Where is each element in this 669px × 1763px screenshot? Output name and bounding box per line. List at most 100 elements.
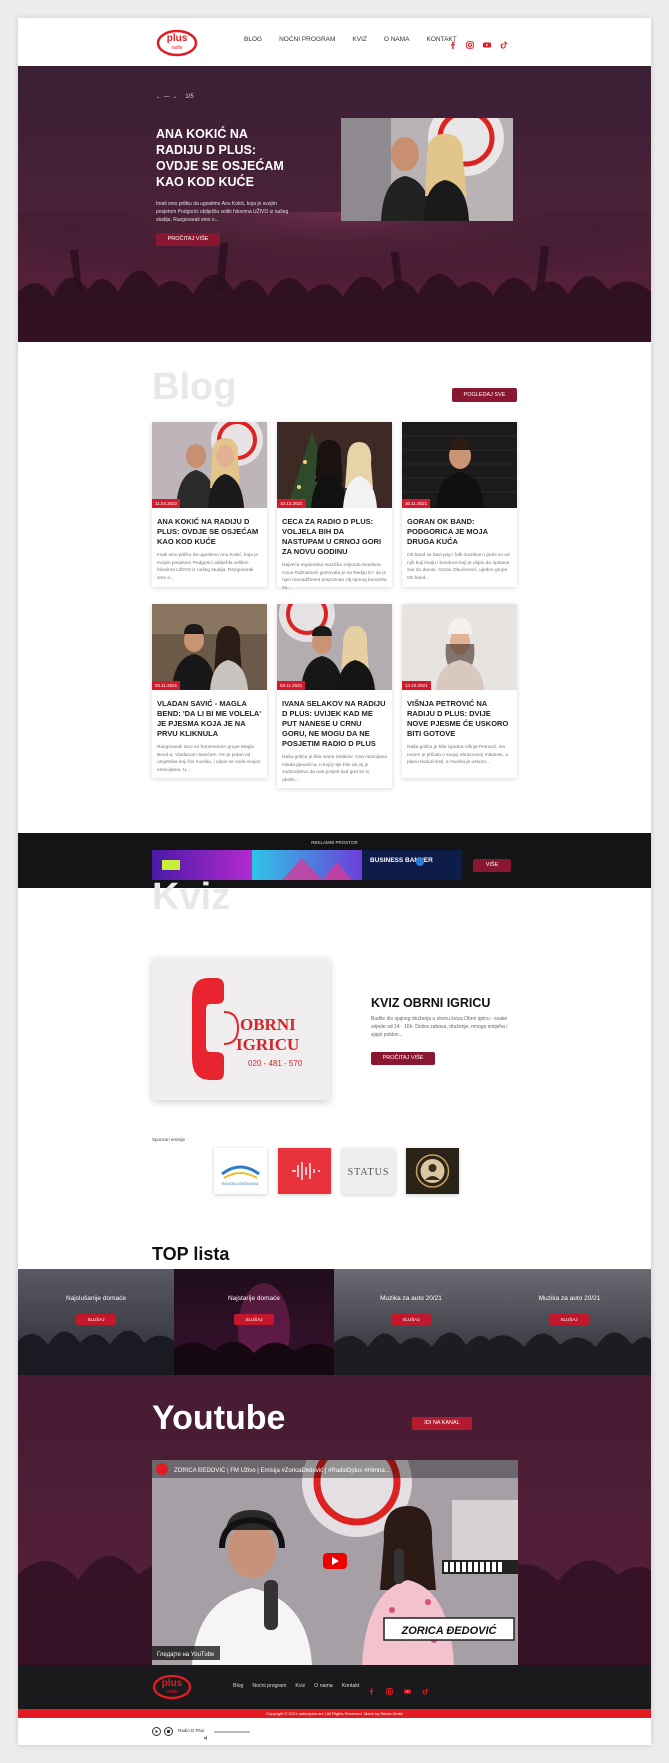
- facebook-icon[interactable]: [368, 1682, 375, 1695]
- listen-button[interactable]: SLUŠAJ: [76, 1314, 116, 1325]
- footer-nav-blog[interactable]: Blog: [233, 1683, 243, 1689]
- blog-section-title: Blog: [152, 366, 237, 408]
- slider-controls: ← — → 1/5: [156, 94, 194, 100]
- sponsor-logo[interactable]: STATUS: [342, 1148, 395, 1194]
- blog-card-image: 30.11.2021: [402, 422, 517, 508]
- volume-icon[interactable]: [204, 1728, 210, 1741]
- toplista-tile[interactable]: Muzika za auto 20/21 SLUŠAJ: [488, 1269, 651, 1375]
- youtube-channel-button[interactable]: IDI NA KANAL: [412, 1417, 472, 1430]
- svg-text:plus: plus: [167, 33, 188, 44]
- facebook-icon[interactable]: [449, 36, 457, 49]
- social-links: [449, 36, 508, 49]
- see-all-button[interactable]: POGLEDAJ SVE: [452, 388, 517, 402]
- plus-radio-logo[interactable]: plus radio: [156, 27, 198, 57]
- crowd-background: [18, 212, 651, 342]
- stop-icon[interactable]: [164, 1727, 173, 1736]
- nav-kviz[interactable]: KVIZ: [352, 36, 366, 43]
- nav-nocni-program[interactable]: NOĆNI PROGRAM: [279, 36, 335, 43]
- svg-text:plus: plus: [162, 1678, 183, 1689]
- kviz-section-title: Kviz: [152, 876, 231, 918]
- post-title[interactable]: VLADAN SAVIĆ - MAGLA BEND: 'DA LI BI ME …: [152, 690, 267, 744]
- prev-arrow-icon[interactable]: ← — →: [156, 94, 177, 100]
- youtube-icon[interactable]: [404, 1682, 411, 1694]
- post-title[interactable]: VIŠNJA PETROVIĆ NA RADIJU D PLUS: DVIJE …: [402, 690, 517, 744]
- blog-card[interactable]: 30.11.2021 GORAN OK BAND: PODGORICA JE M…: [402, 422, 517, 587]
- post-excerpt: Najveća regionalna muzička zvijezda Svet…: [282, 563, 387, 591]
- post-title[interactable]: CECA ZA RADIO D PLUS: VOLJELA BIH DA NAS…: [277, 508, 392, 562]
- blog-card-image: 10.12.2021: [277, 422, 392, 508]
- instagram-icon[interactable]: [466, 36, 474, 49]
- ads-more-button[interactable]: VIŠE: [473, 859, 511, 872]
- listen-button[interactable]: SLUŠAJ: [549, 1314, 589, 1325]
- post-excerpt: Naša gošća je bila Ivana Selakov. Ova na…: [282, 755, 387, 783]
- hero-photo[interactable]: [341, 118, 513, 221]
- blog-card[interactable]: 14.10.2021 VIŠNJA PETROVIĆ NA RADIJU D P…: [402, 604, 517, 778]
- radio-player: Radio D Plus: [18, 1718, 651, 1745]
- nav-blog[interactable]: BLOG: [244, 36, 262, 43]
- play-icon[interactable]: [152, 1727, 161, 1736]
- post-title[interactable]: IVANA SELAKOV NA RADIJU D PLUS: UVIJEK K…: [277, 690, 392, 754]
- footer-social: [368, 1682, 429, 1695]
- listen-button[interactable]: SLUŠAJ: [234, 1314, 274, 1325]
- sponsor-logo[interactable]: RADIONA ODRŽAVANJA: [214, 1148, 267, 1194]
- post-excerpt: Imali smo priliku da ugostimo Anu Kokić,…: [157, 553, 259, 581]
- instagram-icon[interactable]: [386, 1682, 393, 1695]
- tiktok-icon[interactable]: [500, 36, 508, 49]
- youtube-section: Youtube IDI NA KANAL ZORICA ĐEDOVIĆ | FM…: [18, 1375, 651, 1665]
- hero-text: Imali smo priliku da ugostimo Anu Kokić,…: [156, 201, 289, 223]
- tiktok-icon[interactable]: [422, 1682, 429, 1695]
- blog-card-image: 03.11.2021: [152, 604, 267, 690]
- post-date: 10.12.2021: [277, 499, 306, 508]
- blog-card[interactable]: 10.12.2021 CECA ZA RADIO D PLUS: VOLJELA…: [277, 422, 392, 591]
- post-date: 11.04.2022: [152, 499, 181, 508]
- post-date: 30.11.2021: [402, 499, 431, 508]
- footer-nav: Blog Noćni program Kviz O nama Kontakt: [233, 1683, 359, 1689]
- post-title[interactable]: ANA KOKIĆ NA RADIJU D PLUS: OVDJE SE OSJ…: [152, 508, 267, 552]
- footer: plus radio Blog Noćni program Kviz O nam…: [18, 1665, 651, 1709]
- youtube-section-title: Youtube: [152, 1399, 286, 1437]
- hero-read-more-button[interactable]: PROČITAJ VIŠE: [156, 233, 220, 246]
- toplista-tile[interactable]: Najstarije domaće SLUŠAJ: [174, 1269, 334, 1375]
- post-date: 03.11.2021: [277, 681, 306, 690]
- toplista-tile-title: Muzika za auto 20/21: [380, 1295, 442, 1302]
- hero-title: ANA KOKIĆ NA RADIJU D PLUS: OVDJE SE OSJ…: [156, 127, 284, 189]
- footer-nav-kviz[interactable]: Kviz: [295, 1683, 305, 1689]
- nav-o-nama[interactable]: O NAMA: [384, 36, 410, 43]
- footer-nav-nocni-program[interactable]: Noćni program: [252, 1683, 286, 1689]
- blog-card[interactable]: 03.11.2021 VLADAN SAVIĆ - MAGLA BEND: 'D…: [152, 604, 267, 778]
- post-date: 03.11.2021: [152, 681, 181, 690]
- svg-text:STATUS: STATUS: [348, 1167, 390, 1178]
- sponsor-logo[interactable]: [278, 1148, 331, 1194]
- ads-label: REKLAMNI PROSTOR: [311, 840, 358, 845]
- svg-text:radio: radio: [166, 1689, 177, 1695]
- blog-card-image: 03.11.2021: [277, 604, 392, 690]
- header: plus radio BLOG NOĆNI PROGRAM KVIZ O NAM…: [18, 18, 651, 66]
- hero-slider: ← — → 1/5 ANA KOKIĆ NA RADIJU D PLUS: OV…: [18, 66, 651, 342]
- post-title[interactable]: GORAN OK BAND: PODGORICA JE MOJA DRUGA K…: [402, 508, 517, 552]
- blog-card-image: 11.04.2022: [152, 422, 267, 508]
- post-excerpt: Ok band se bavi pop i folk muzikom i jed…: [407, 553, 510, 581]
- youtube-video-embed[interactable]: ZORICA ĐEDOVIĆ | FM Uživo | Emisija #Zor…: [152, 1460, 518, 1665]
- footer-nav-kontakt[interactable]: Kontakt: [342, 1683, 360, 1689]
- kviz-heading: KVIZ OBRNI IGRICU: [371, 996, 491, 1010]
- kviz-image[interactable]: OBRNI IGRICU 020 - 481 - 570: [152, 958, 330, 1100]
- blog-card[interactable]: 11.04.2022 ANA KOKIĆ NA RADIJU D PLUS: O…: [152, 422, 267, 587]
- svg-text:OBRNI: OBRNI: [240, 1015, 296, 1034]
- blog-card[interactable]: 03.11.2021 IVANA SELAKOV NA RADIJU D PLU…: [277, 604, 392, 788]
- volume-slider[interactable]: [214, 1731, 250, 1733]
- kviz-read-more-button[interactable]: PROČITAJ VIŠE: [371, 1052, 435, 1065]
- listen-button[interactable]: SLUŠAJ: [391, 1314, 431, 1325]
- blog-card-image: 14.10.2021: [402, 604, 517, 690]
- sponsors-label: Sponzori emisije: [152, 1137, 186, 1142]
- toplista-tile-title: Najslušanije domaće: [66, 1295, 126, 1302]
- footer-nav-o-nama[interactable]: O nama: [314, 1683, 332, 1689]
- toplista-tile[interactable]: Najslušanije domaće SLUŠAJ: [18, 1269, 174, 1375]
- sponsor-logo[interactable]: [406, 1148, 459, 1194]
- svg-text:ZORICA ĐEDOVIĆ | FM Uživo | Em: ZORICA ĐEDOVIĆ | FM Uživo | Emisija #Zor…: [174, 1467, 390, 1474]
- youtube-icon[interactable]: [483, 36, 491, 48]
- post-excerpt: Naša gošća je bila zgodna Višnja Petrovi…: [407, 745, 508, 765]
- ads-band: REKLAMNI PROSTOR BUSINESS BANNER VIŠE: [18, 833, 651, 888]
- toplista-tile[interactable]: Muzika za auto 20/21 SLUŠAJ: [334, 1269, 488, 1375]
- post-date: 14.10.2021: [402, 681, 431, 690]
- footer-logo[interactable]: plus radio: [152, 1671, 192, 1701]
